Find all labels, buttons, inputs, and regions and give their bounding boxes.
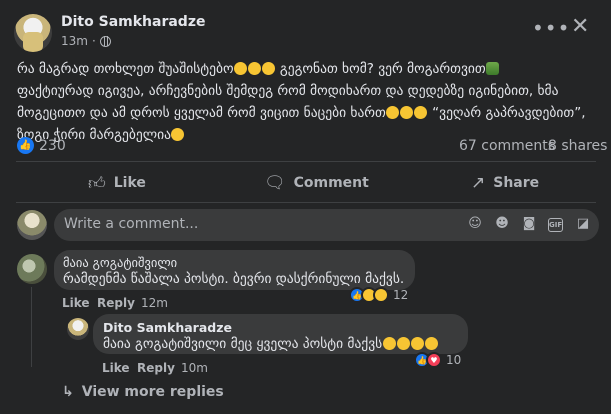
post-text-line: მოგეცითო და ამ დროს ყველამ რომ ვიცით ნაც… <box>17 105 586 121</box>
like-button-label: Like <box>113 175 146 191</box>
current-user-avatar[interactable] <box>17 210 47 240</box>
smirk-emoji-icon <box>382 337 396 350</box>
post-author-name[interactable]: Dito Samkharadze <box>61 14 205 30</box>
like-reaction-icon[interactable]: 👍 <box>17 137 34 154</box>
more-options-icon[interactable]: ••• <box>532 16 570 40</box>
laughing-emoji-icon <box>248 62 262 75</box>
laughing-emoji-icon <box>410 337 424 350</box>
share-arrow-icon: ↗ <box>471 173 486 193</box>
comment-button[interactable]: 🗨︎ Comment <box>264 168 369 198</box>
divider <box>16 202 596 203</box>
laughing-emoji-icon <box>424 337 438 350</box>
reply-like-button[interactable]: Like <box>102 361 130 375</box>
comments-count-link[interactable]: 67 comments <box>459 138 555 154</box>
smiley-icon[interactable]: ☻ <box>494 216 510 232</box>
share-button[interactable]: ↗ Share <box>471 168 539 198</box>
close-icon[interactable]: ✕ <box>571 14 589 39</box>
globe-icon <box>99 35 111 47</box>
comment-reactions[interactable]: 👍 12 <box>349 285 408 305</box>
reply-reactions[interactable]: 👍 ♥ 10 <box>414 350 461 370</box>
comment-like-button[interactable]: Like <box>62 296 90 310</box>
dot-separator: · <box>91 34 96 48</box>
comment-button-label: Comment <box>293 175 369 191</box>
speech-bubble-icon: 🗨︎ <box>264 173 286 193</box>
laughing-emoji-icon <box>396 337 410 350</box>
post-meta: 13m · <box>61 34 111 48</box>
sticker-icon[interactable]: ◪ <box>575 216 591 232</box>
view-more-replies-label: View more replies <box>81 384 224 400</box>
reply-reaction-count: 10 <box>446 353 462 367</box>
comment-input-placeholder: Write a comment... <box>64 216 199 232</box>
like-button[interactable]: 👍︎ Like <box>88 168 146 198</box>
laughing-emoji-icon <box>262 62 276 75</box>
smirk-emoji-icon <box>171 128 185 141</box>
laughing-emoji-icon <box>414 106 428 119</box>
gif-icon[interactable]: GIF <box>548 218 563 232</box>
author-avatar[interactable] <box>14 14 52 52</box>
reply-author-avatar[interactable] <box>67 318 89 340</box>
post-text-line: რა მაგრად თოხლეთ შუაშისტებო გეგონათ ხომ?… <box>17 58 601 80</box>
comment-time[interactable]: 12m <box>141 296 168 310</box>
commenter-name[interactable]: მაია გოგატიშვილი <box>63 255 177 270</box>
share-button-label: Share <box>493 175 540 191</box>
reply-text: მაია გოგატიშვილი მეც ყველა პოსტი მაქვს <box>103 336 438 352</box>
camera-icon[interactable]: ◙ <box>521 216 537 232</box>
post-text: რა მაგრად თოხლეთ შუაშისტებო გეგონათ ხომ?… <box>17 58 601 146</box>
reaction-count[interactable]: 230 <box>39 138 66 154</box>
thumbs-up-icon: 👍︎ <box>88 173 106 194</box>
post-text-line: ფაქტიურად იგივეა, არჩევნების შემდეგ რომ … <box>17 83 559 99</box>
thread-line <box>31 287 32 367</box>
reply-arrow-icon: ↳ <box>62 384 74 400</box>
reply-author-name[interactable]: Dito Samkharadze <box>103 320 232 335</box>
love-reaction-icon: ♥ <box>426 352 442 368</box>
wow-reaction-icon <box>373 287 389 303</box>
post-time[interactable]: 13m <box>61 34 88 48</box>
commenter-avatar[interactable] <box>17 254 47 284</box>
shares-count-link[interactable]: 8 shares <box>548 138 607 154</box>
laughing-emoji-icon <box>234 62 248 75</box>
laughing-emoji-icon <box>386 106 400 119</box>
view-more-replies-button[interactable]: ↳ View more replies <box>62 384 224 400</box>
avatar-sticker-icon[interactable]: ☺ <box>467 216 483 232</box>
divider <box>16 161 596 162</box>
comment-reaction-count: 12 <box>393 288 409 302</box>
plant-emoji-icon <box>486 62 500 75</box>
reply-time[interactable]: 10m <box>181 361 208 375</box>
laughing-emoji-icon <box>400 106 414 119</box>
comment-reply-button[interactable]: Reply <box>97 296 135 310</box>
reply-reply-button[interactable]: Reply <box>137 361 175 375</box>
